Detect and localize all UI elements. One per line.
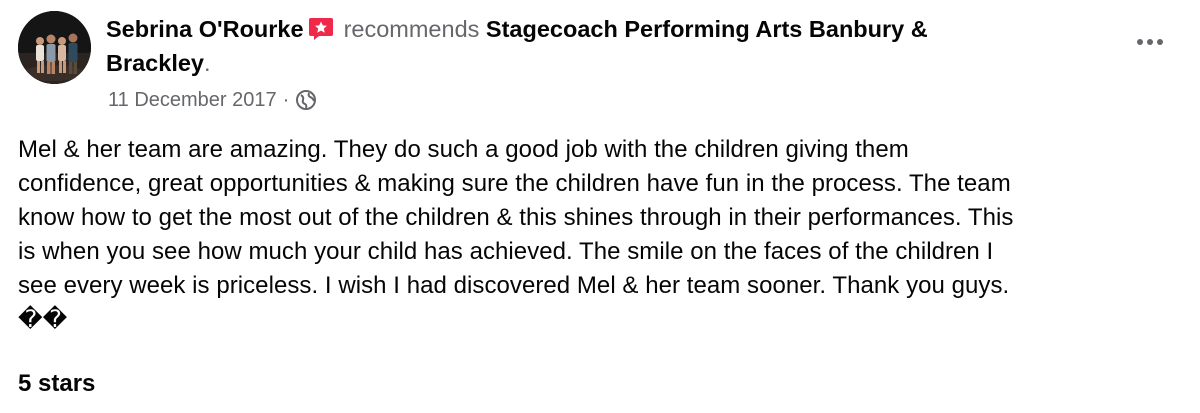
page-name-continued[interactable]: Brackley	[106, 50, 204, 76]
author-name[interactable]: Sebrina O'Rourke	[106, 16, 304, 42]
page-name[interactable]: Stagecoach Performing Arts Banbury &	[486, 16, 928, 42]
body-line: see every week is priceless. I wish I ha…	[18, 272, 1010, 299]
body-line-emoji: ��	[18, 306, 68, 333]
globe-icon	[295, 89, 317, 111]
header-line-2: Brackley.	[106, 46, 1106, 80]
profile-photo	[18, 11, 91, 84]
meta-separator: ·	[282, 89, 290, 111]
body-line: is when you see how much your child has …	[18, 238, 994, 265]
body-line: know how to get the most out of the chil…	[18, 204, 1014, 231]
header-line-1: Sebrina O'Rourke recommends Stagecoach P…	[106, 12, 1106, 46]
body-line: Mel & her team are amazing. They do such…	[18, 136, 909, 163]
page-suffix: .	[204, 50, 211, 76]
post-meta: 11 December 2017 ·	[108, 86, 317, 114]
action-text: recommends	[343, 16, 480, 42]
body-line: confidence, great opportunities & making…	[18, 170, 1011, 197]
post-date[interactable]: 11 December 2017	[108, 86, 277, 114]
more-options-icon[interactable]	[1132, 30, 1168, 54]
post-body: Mel & her team are amazing. They do such…	[18, 133, 1188, 337]
rating-label: 5 stars	[18, 370, 96, 397]
avatar[interactable]	[18, 11, 91, 84]
post-header: Sebrina O'Rourke recommends Stagecoach P…	[106, 12, 1106, 80]
more-dot	[1137, 39, 1143, 45]
more-dot	[1157, 39, 1163, 45]
recommendation-star-icon	[308, 15, 334, 41]
review-post: Sebrina O'Rourke recommends Stagecoach P…	[0, 0, 1200, 413]
more-dot	[1147, 39, 1153, 45]
